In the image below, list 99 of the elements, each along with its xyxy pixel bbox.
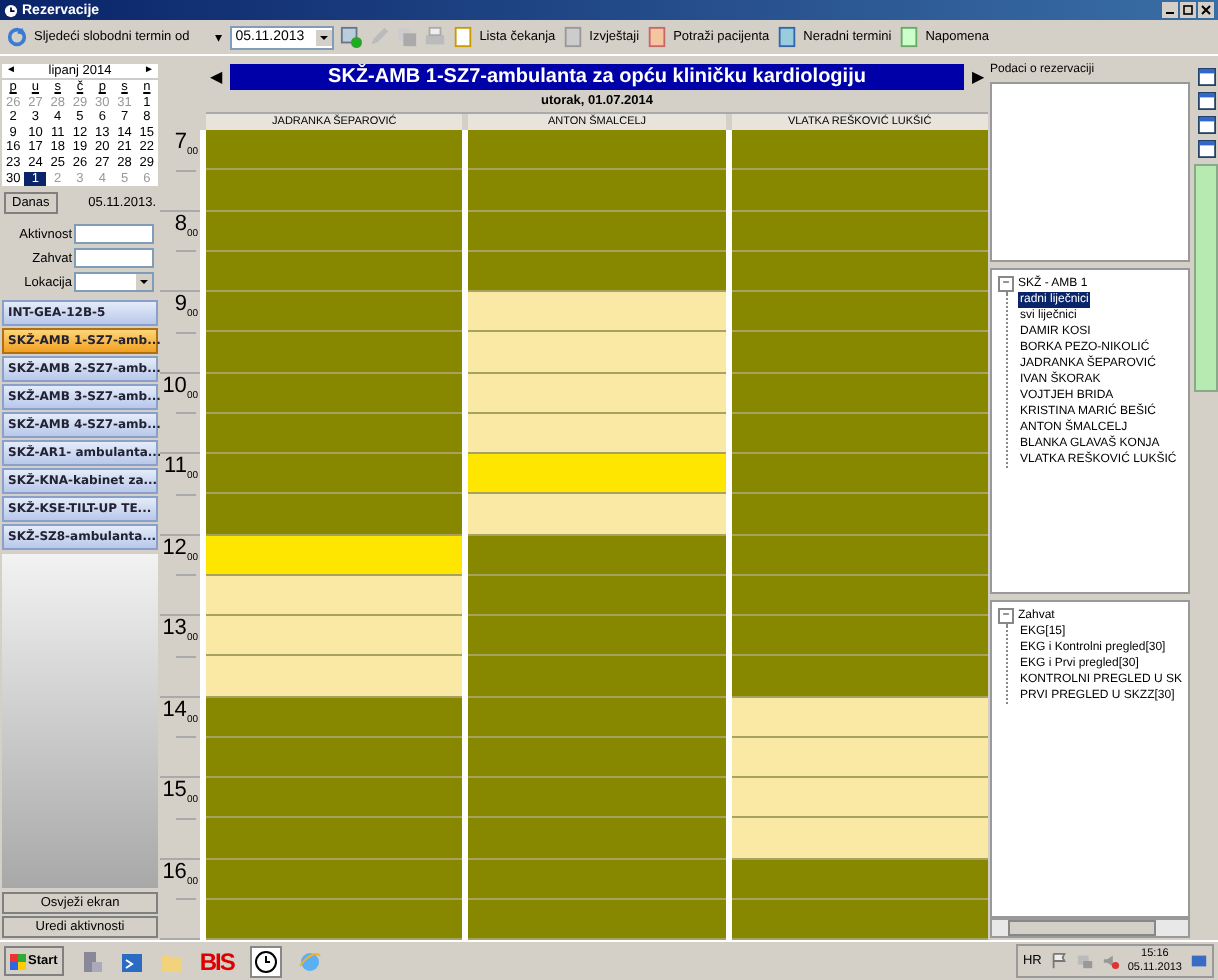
time-slot[interactable] [731, 778, 988, 819]
time-slot[interactable] [731, 899, 988, 940]
printer-icon[interactable] [423, 26, 446, 48]
hour-label: 12$_{00}$ [162, 537, 198, 568]
time-slot[interactable] [731, 332, 988, 373]
time-slot[interactable] [206, 818, 463, 859]
terminal-icon[interactable] [119, 949, 144, 973]
time-slot[interactable] [731, 130, 988, 171]
time-slot[interactable] [731, 251, 988, 292]
calendar-icon[interactable] [1197, 68, 1215, 86]
select-field[interactable] [74, 272, 154, 293]
time-slot[interactable] [206, 332, 463, 373]
flag-icon [10, 953, 26, 969]
time-slot[interactable] [468, 899, 726, 940]
time-slot[interactable] [731, 575, 988, 616]
time-slot[interactable] [468, 292, 726, 333]
hour-label: 10$_{00}$ [162, 375, 198, 406]
time-slot[interactable] [731, 818, 988, 859]
time-slot[interactable] [206, 251, 463, 292]
time-slot[interactable] [731, 859, 988, 900]
refresh-icon[interactable] [6, 26, 28, 48]
time-slot[interactable] [731, 656, 988, 697]
hour-label: 8$_{00}$ [174, 213, 198, 244]
hour-label: 13$_{00}$ [162, 618, 198, 649]
copy-icon[interactable] [395, 26, 418, 48]
time-slot[interactable] [468, 170, 726, 211]
dropdown-arrow-icon[interactable] [136, 274, 152, 291]
network-icon[interactable] [1075, 952, 1094, 970]
hour-label: 7$_{00}$ [174, 132, 198, 163]
time-slot[interactable] [731, 454, 988, 495]
time-slot[interactable] [731, 413, 988, 454]
time-slot[interactable] [468, 656, 726, 697]
time-slot[interactable] [731, 697, 988, 738]
next-button[interactable]: ▶ [968, 68, 988, 86]
time-slot[interactable] [731, 211, 988, 252]
time-slot[interactable] [206, 170, 463, 211]
hour-label: 14$_{00}$ [162, 699, 198, 730]
hour-label: 9$_{00}$ [174, 294, 198, 325]
time-slot[interactable] [468, 494, 726, 535]
time-slot[interactable] [468, 818, 726, 859]
scroll-bar[interactable] [990, 918, 1190, 938]
time-slot[interactable] [468, 737, 726, 778]
time-slot[interactable] [206, 859, 463, 900]
time-slot[interactable] [468, 454, 726, 495]
show-desktop-icon[interactable] [1190, 952, 1208, 970]
time-slot[interactable] [206, 454, 463, 495]
time-slot[interactable] [206, 778, 463, 819]
clock-icon[interactable] [249, 945, 282, 977]
time-slot[interactable] [468, 575, 726, 616]
time-slot[interactable] [731, 737, 988, 778]
clock-icon [4, 3, 18, 17]
speaker-icon[interactable] [1101, 952, 1120, 970]
flag-icon[interactable] [1049, 952, 1068, 970]
time-slot[interactable] [468, 373, 726, 414]
time-slot[interactable] [468, 251, 726, 292]
time-slot[interactable] [731, 292, 988, 333]
time-slot[interactable] [206, 535, 463, 576]
time-slot[interactable] [206, 656, 463, 697]
server-icon[interactable] [79, 949, 104, 973]
time-slot[interactable] [731, 170, 988, 211]
maximize-icon[interactable] [1180, 2, 1196, 18]
time-slot[interactable] [731, 373, 988, 414]
minimize-icon[interactable] [1162, 2, 1178, 18]
time-slot[interactable] [206, 130, 463, 171]
calendar-icon[interactable] [1197, 116, 1215, 134]
calendar-icon[interactable] [1197, 92, 1215, 110]
time-slot[interactable] [468, 413, 726, 454]
time-slot[interactable] [206, 211, 463, 252]
hour-label: 16$_{00}$ [162, 861, 198, 892]
time-slot[interactable] [468, 332, 726, 373]
close-icon[interactable] [1198, 2, 1214, 18]
browser-icon[interactable] [297, 949, 322, 973]
time-slot[interactable] [468, 535, 726, 576]
time-slot[interactable] [206, 575, 463, 616]
input-field[interactable] [74, 248, 154, 269]
input-field[interactable] [74, 224, 154, 245]
previous-button[interactable]: ◀ [206, 68, 226, 86]
time-slot[interactable] [206, 373, 463, 414]
time-slot[interactable] [731, 494, 988, 535]
time-slot[interactable] [468, 778, 726, 819]
edit-icon[interactable] [367, 26, 390, 48]
time-slot[interactable] [468, 211, 726, 252]
dropdown-arrow-icon[interactable] [315, 29, 332, 45]
time-slot[interactable] [206, 413, 463, 454]
time-slot[interactable] [468, 697, 726, 738]
hour-label: 11$_{00}$ [164, 456, 198, 487]
time-slot[interactable] [206, 616, 463, 657]
time-slot[interactable] [468, 616, 726, 657]
time-slot[interactable] [468, 859, 726, 900]
time-slot[interactable] [206, 737, 463, 778]
time-slot[interactable] [731, 535, 988, 576]
time-slot[interactable] [206, 697, 463, 738]
calendar-icon[interactable] [1197, 140, 1215, 158]
time-slot[interactable] [206, 292, 463, 333]
time-slot[interactable] [731, 616, 988, 657]
time-slot[interactable] [206, 494, 463, 535]
time-slot[interactable] [468, 130, 726, 171]
schedule-title: SKŽ-AMB 1-SZ7-ambulanta za opću kliničku kardiologiju [230, 64, 964, 90]
hour-label: 15$_{00}$ [162, 780, 198, 811]
